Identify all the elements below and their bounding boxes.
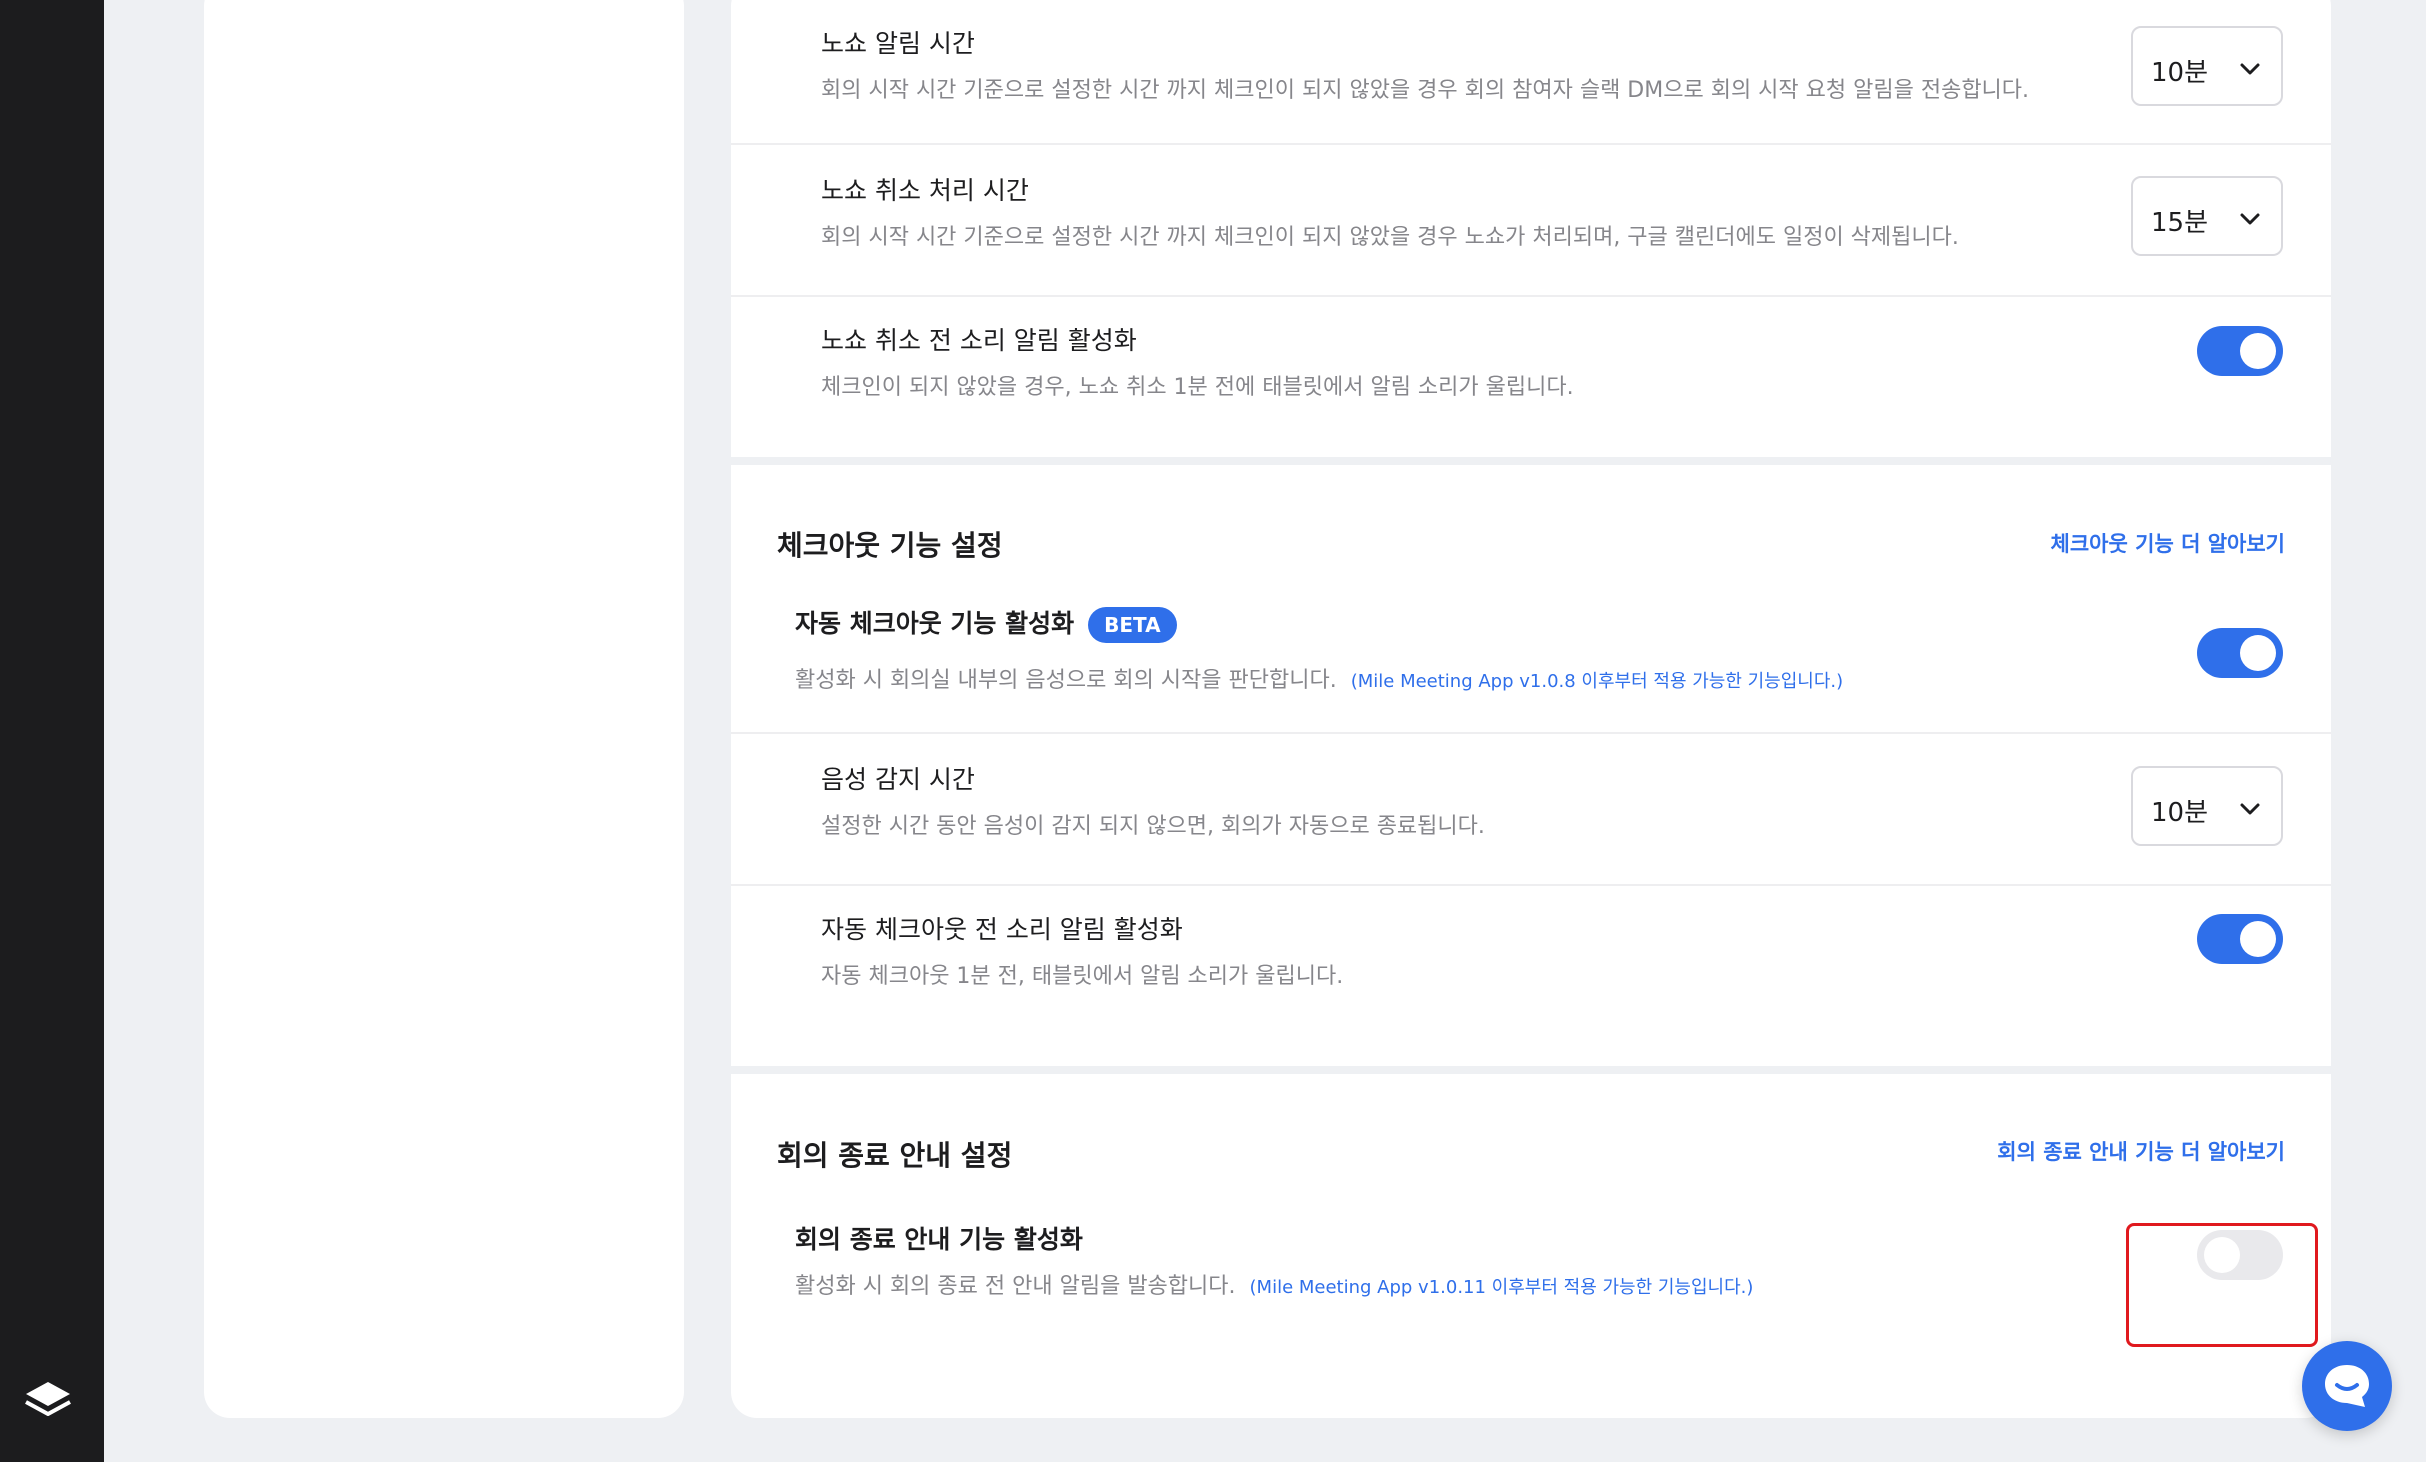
chevron-down-icon xyxy=(2240,63,2260,75)
auto-checkout-row: 자동 체크아웃 기능 활성화 BETA 활성화 시 회의실 내부의 음성으로 회의… xyxy=(731,590,2331,732)
toggle-knob xyxy=(2240,333,2276,369)
noshow-alert-time-value: 10분 xyxy=(2151,58,2209,88)
chevron-down-icon xyxy=(2240,213,2260,225)
noshow-sound-alert-row: 노쇼 취소 전 소리 알림 활성화 체크인이 되지 않았을 경우, 노쇼 취소 … xyxy=(731,297,2331,457)
checkout-learn-more-link[interactable]: 체크아웃 기능 더 알아보기 xyxy=(2051,528,2285,558)
voice-detect-time-value: 10분 xyxy=(2151,798,2209,828)
meeting-end-learn-more-link[interactable]: 회의 종료 안내 기능 더 알아보기 xyxy=(1997,1136,2285,1166)
section-separator xyxy=(731,1066,2331,1074)
checkout-sound-alert-toggle[interactable] xyxy=(2197,914,2283,964)
noshow-cancel-time-row: 노쇼 취소 처리 시간 회의 시작 시간 기준으로 설정한 시간 까지 체크인이… xyxy=(731,145,2331,295)
chat-button[interactable] xyxy=(2302,1341,2392,1431)
auto-checkout-title: 자동 체크아웃 기능 활성화 xyxy=(795,609,1075,638)
chat-bubble-icon xyxy=(2325,1365,2369,1407)
voice-detect-time-title: 음성 감지 시간 xyxy=(821,765,975,794)
voice-detect-time-row: 음성 감지 시간 설정한 시간 동안 음성이 감지 되지 않으면, 회의가 자동… xyxy=(731,734,2331,884)
auto-checkout-version-note: (Mile Meeting App v1.0.8 이후부터 적용 가능한 기능입… xyxy=(1350,671,1844,692)
noshow-cancel-time-desc: 회의 시작 시간 기준으로 설정한 시간 까지 체크인이 되지 않았을 경우 노… xyxy=(821,225,1959,250)
settings-panel: 노쇼 알림 시간 회의 시작 시간 기준으로 설정한 시간 까지 체크인이 되지… xyxy=(731,0,2331,1418)
toggle-knob xyxy=(2240,921,2276,957)
voice-detect-time-desc: 설정한 시간 동안 음성이 감지 되지 않으면, 회의가 자동으로 종료됩니다. xyxy=(821,814,1485,839)
noshow-sound-alert-title: 노쇼 취소 전 소리 알림 활성화 xyxy=(821,326,1137,355)
meeting-end-notice-desc: 활성화 시 회의 종료 전 안내 알림을 발송합니다. xyxy=(795,1274,1236,1299)
noshow-alert-time-row: 노쇼 알림 시간 회의 시작 시간 기준으로 설정한 시간 까지 체크인이 되지… xyxy=(731,0,2331,143)
meeting-end-section-title: 회의 종료 안내 설정 xyxy=(777,1139,1013,1172)
auto-checkout-desc-wrap: 활성화 시 회의실 내부의 음성으로 회의 시작을 판단합니다. (Mile Me… xyxy=(795,662,1843,694)
checkout-sound-alert-row: 자동 체크아웃 전 소리 알림 활성화 자동 체크아웃 1분 전, 태블릿에서 … xyxy=(731,886,2331,1048)
beta-badge: BETA xyxy=(1088,607,1177,643)
meeting-end-notice-title: 회의 종료 안내 기능 활성화 xyxy=(795,1225,1083,1254)
noshow-cancel-time-select[interactable]: 15분 xyxy=(2131,176,2283,256)
highlight-annotation-box xyxy=(2126,1223,2318,1347)
auto-checkout-toggle[interactable] xyxy=(2197,628,2283,678)
chevron-down-icon xyxy=(2240,803,2260,815)
noshow-cancel-time-value: 15분 xyxy=(2151,208,2209,238)
checkout-sound-alert-title: 자동 체크아웃 전 소리 알림 활성화 xyxy=(821,915,1183,944)
noshow-sound-alert-toggle[interactable] xyxy=(2197,326,2283,376)
checkout-section-title: 체크아웃 기능 설정 xyxy=(777,529,1003,562)
layers-logo-icon[interactable] xyxy=(22,1378,74,1424)
noshow-sound-alert-desc: 체크인이 되지 않았을 경우, 노쇼 취소 1분 전에 태블릿에서 알림 소리가… xyxy=(821,375,1574,400)
auto-checkout-title-wrap: 자동 체크아웃 기능 활성화 BETA xyxy=(795,604,1177,643)
checkout-sound-alert-desc: 자동 체크아웃 1분 전, 태블릿에서 알림 소리가 울립니다. xyxy=(821,964,1344,989)
meeting-end-notice-row: 회의 종료 안내 기능 활성화 활성화 시 회의 종료 전 안내 알림을 발송합… xyxy=(731,1198,2331,1348)
side-panel xyxy=(204,0,684,1418)
toggle-knob xyxy=(2240,635,2276,671)
left-rail xyxy=(0,0,104,1462)
meeting-end-notice-desc-wrap: 활성화 시 회의 종료 전 안내 알림을 발송합니다. (Mile Meeting… xyxy=(795,1268,1753,1300)
noshow-alert-time-title: 노쇼 알림 시간 xyxy=(821,29,975,58)
auto-checkout-desc: 활성화 시 회의실 내부의 음성으로 회의 시작을 판단합니다. xyxy=(795,668,1337,693)
voice-detect-time-select[interactable]: 10분 xyxy=(2131,766,2283,846)
noshow-alert-time-select[interactable]: 10분 xyxy=(2131,26,2283,106)
noshow-cancel-time-title: 노쇼 취소 처리 시간 xyxy=(821,176,1029,205)
section-separator xyxy=(731,457,2331,465)
noshow-alert-time-desc: 회의 시작 시간 기준으로 설정한 시간 까지 체크인이 되지 않았을 경우 회… xyxy=(821,78,2030,103)
meeting-end-version-note: (Mile Meeting App v1.0.11 이후부터 적용 가능한 기능… xyxy=(1249,1277,1754,1298)
